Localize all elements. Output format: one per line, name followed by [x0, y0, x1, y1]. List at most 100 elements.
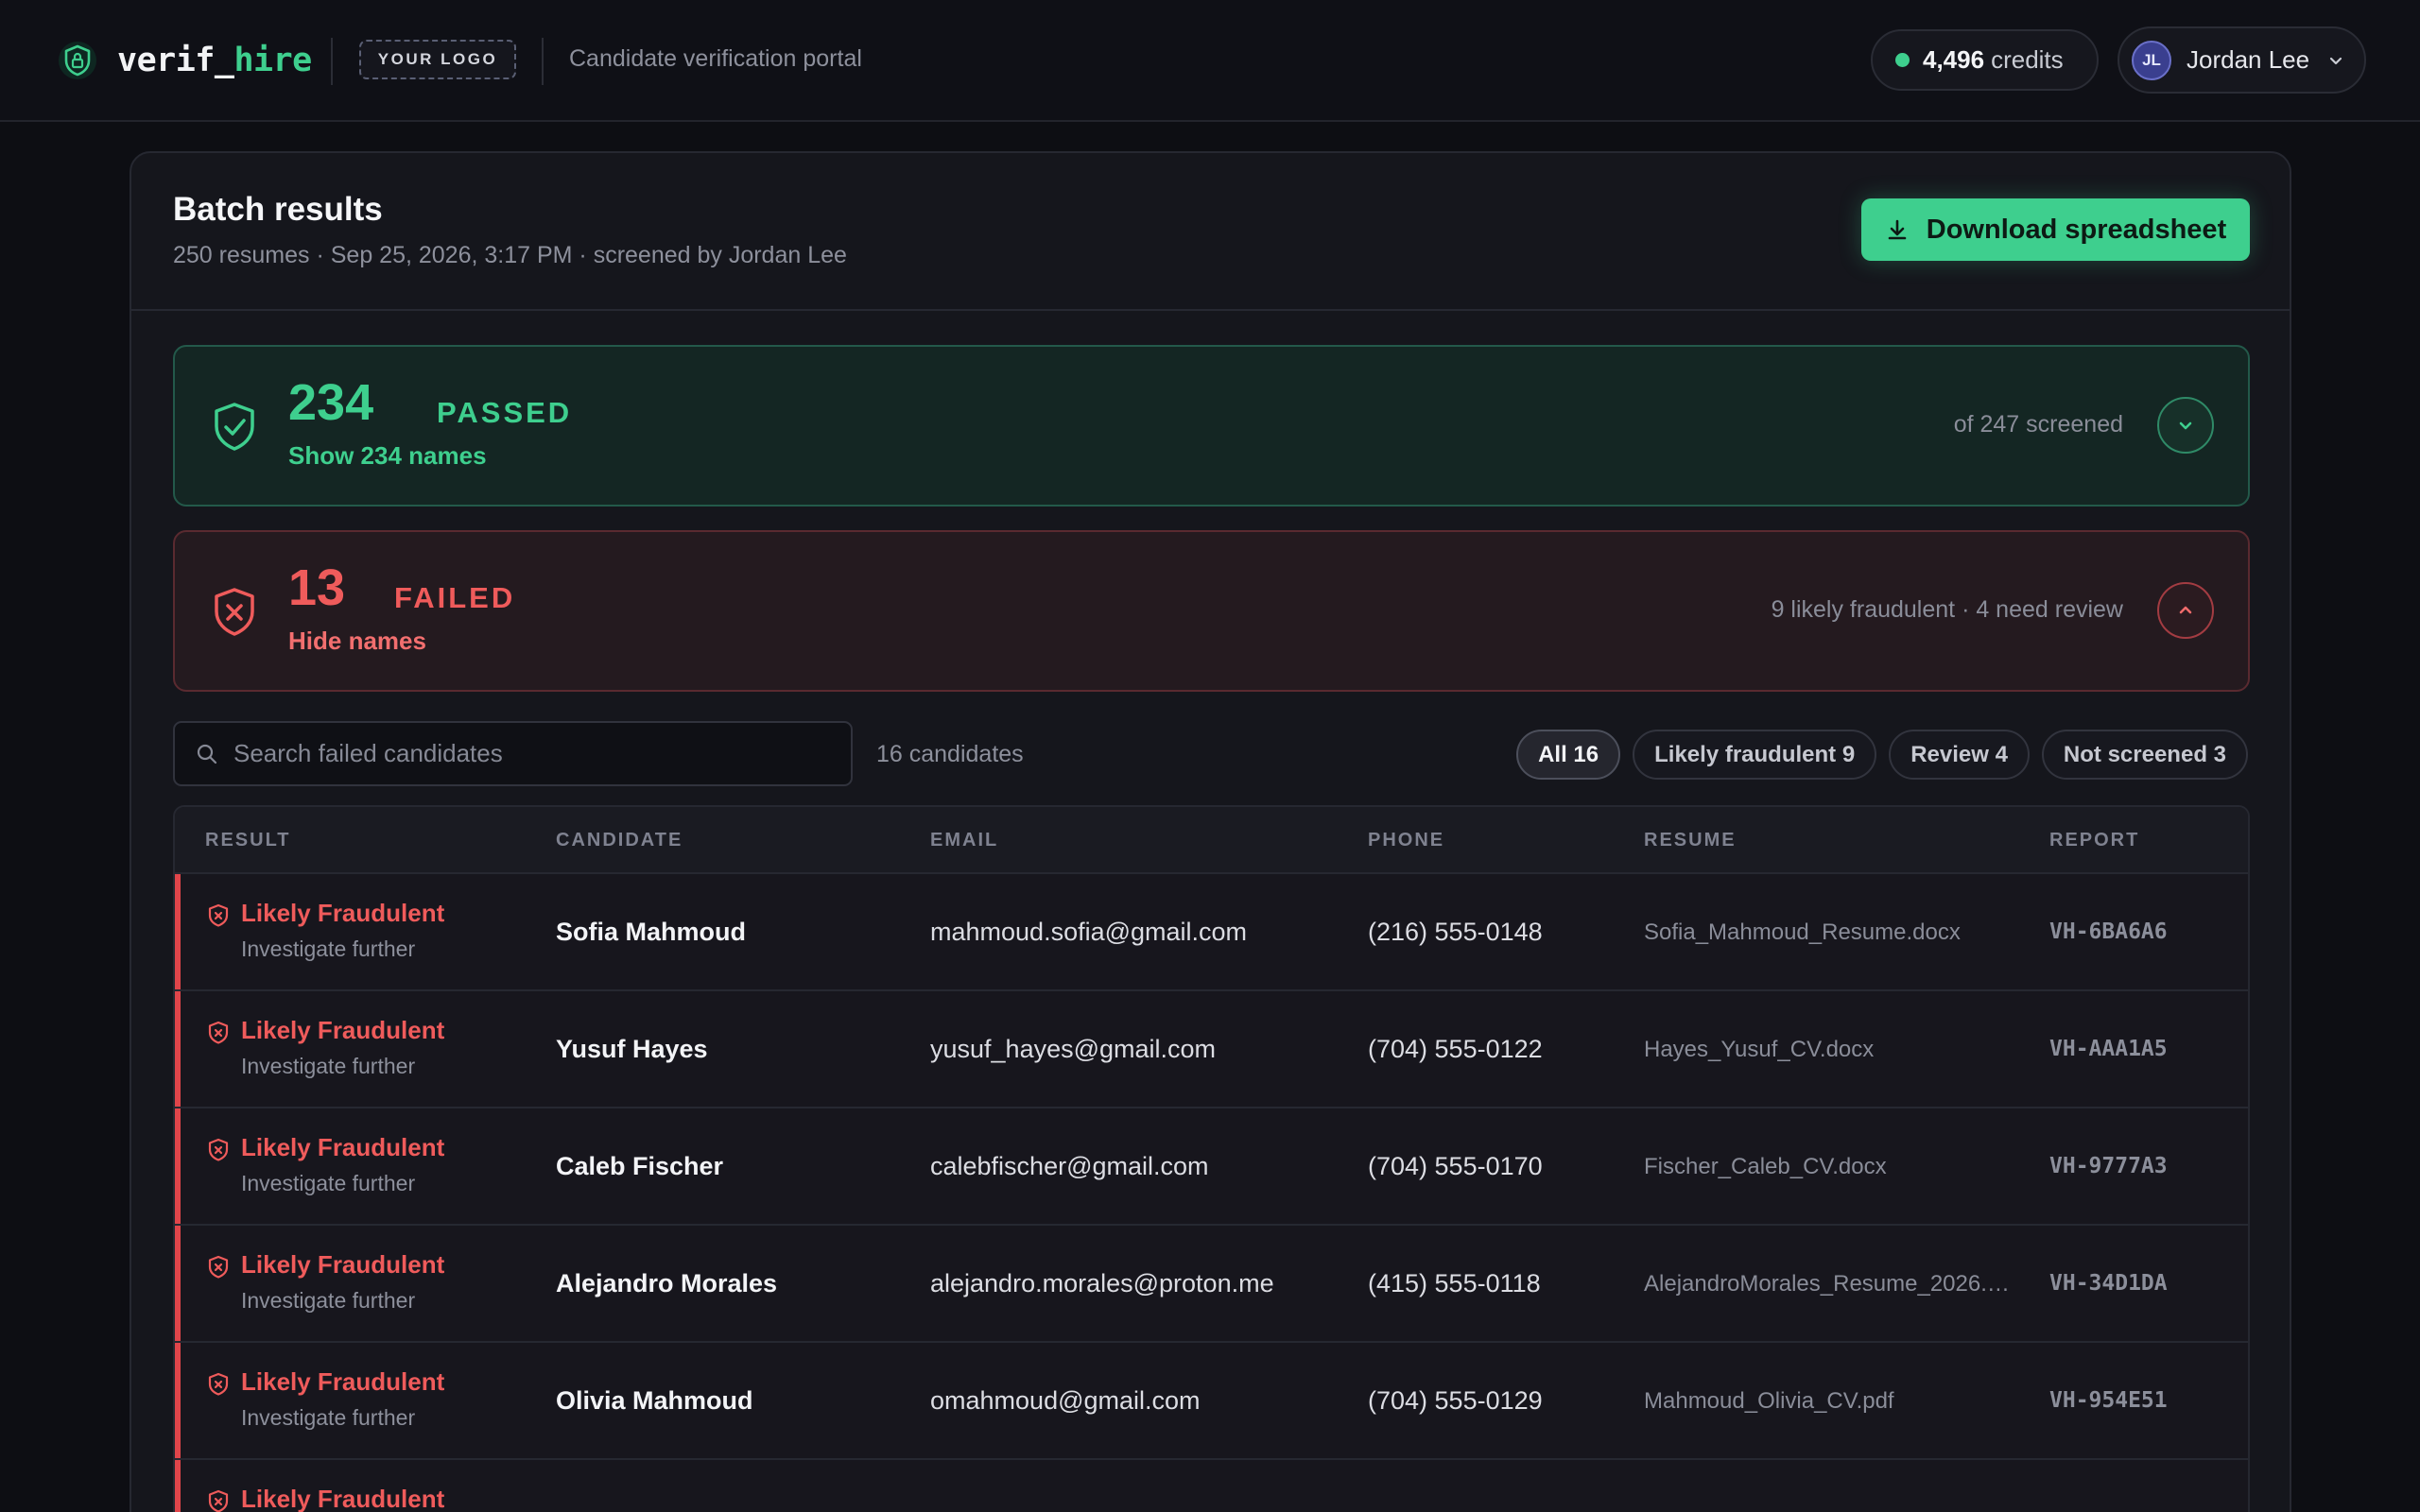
candidate-email: mahmoud.sofia@gmail.com	[930, 918, 1248, 946]
brand[interactable]: verif_hire	[57, 36, 312, 85]
portal-label: Candidate verification portal	[569, 45, 862, 72]
result-note: Investigate further	[241, 936, 416, 961]
show-passed-names-link[interactable]: Show 234 names	[288, 441, 487, 471]
result-note: Investigate further	[241, 1288, 416, 1313]
search-icon	[197, 744, 217, 764]
table-row[interactable]: Likely Fraudulent	[175, 1460, 2248, 1512]
filter-all[interactable]: All 16	[1516, 730, 1621, 780]
divider	[542, 38, 544, 85]
candidate-email: omahmoud@gmail.com	[930, 1386, 1201, 1415]
resume-file-link[interactable]: Sofia_Mahmoud_Resume.docx	[1644, 919, 1961, 946]
passed-count: 234	[288, 374, 374, 431]
logo-placeholder: YOUR LOGO	[359, 40, 516, 79]
row-status-bar	[175, 1226, 181, 1341]
table-row[interactable]: Likely Fraudulent Investigate further So…	[175, 874, 2248, 991]
report-id-link[interactable]: VH-AAA1A5	[2049, 1037, 2168, 1061]
resume-file-link[interactable]: Hayes_Yusuf_CV.docx	[1644, 1037, 1874, 1063]
status-dot-icon	[1895, 53, 1910, 67]
collapse-failed-button[interactable]	[2157, 582, 2214, 639]
row-status-bar	[175, 991, 181, 1107]
row-status-bar	[175, 1343, 181, 1458]
column-header-resume[interactable]: RESUME	[1644, 830, 1737, 851]
candidate-phone: (415) 555-0118	[1368, 1269, 1541, 1297]
chevron-down-icon	[2179, 421, 2192, 430]
download-spreadsheet-button[interactable]: Download spreadsheet	[1861, 198, 2250, 261]
credits-amount: 4,496	[1923, 45, 1985, 74]
avatar: JL	[2132, 40, 2171, 80]
shield-x-icon	[207, 1372, 230, 1401]
result-label: Likely Fraudulent	[241, 1485, 445, 1512]
report-id-link[interactable]: VH-9777A3	[2049, 1154, 2168, 1178]
candidate-email: calebfischer@gmail.com	[930, 1152, 1209, 1180]
filter-chips: All 16 Likely fraudulent 9 Review 4 Not …	[1516, 730, 2248, 780]
shield-lock-icon	[57, 40, 98, 81]
page-title: Batch results	[173, 191, 383, 228]
passed-summary[interactable]: 234 PASSED Show 234 names of 247 screene…	[173, 345, 2250, 507]
resume-file-link[interactable]: AlejandroMorales_Resume_2026.pdf	[1644, 1271, 2014, 1297]
result-label: Likely Fraudulent	[241, 1250, 445, 1279]
shield-x-icon	[207, 1255, 230, 1284]
table-header: RESULT CANDIDATE EMAIL PHONE RESUME REPO…	[175, 807, 2248, 874]
result-note: Investigate further	[241, 1171, 416, 1195]
filter-likely-fraudulent[interactable]: Likely fraudulent 9	[1633, 730, 1877, 780]
resume-file-link[interactable]: Fischer_Caleb_CV.docx	[1644, 1154, 1887, 1180]
filter-review[interactable]: Review 4	[1889, 730, 2030, 780]
batch-results-card: Batch results 250 resumes · Sep 25, 2026…	[130, 151, 2291, 1512]
candidate-phone: (216) 555-0148	[1368, 918, 1543, 946]
candidate-name: Yusuf Hayes	[556, 1035, 708, 1063]
candidate-phone: (704) 555-0129	[1368, 1386, 1543, 1415]
result-label: Likely Fraudulent	[241, 899, 445, 927]
candidate-email: yusuf_hayes@gmail.com	[930, 1035, 1217, 1063]
download-icon	[1888, 219, 1907, 240]
shield-check-icon	[211, 401, 258, 458]
shield-x-icon	[207, 1021, 230, 1050]
column-header-phone[interactable]: PHONE	[1368, 830, 1444, 851]
column-header-report[interactable]: REPORT	[2049, 830, 2139, 851]
result-label: Likely Fraudulent	[241, 1016, 445, 1044]
candidate-name: Sofia Mahmoud	[556, 918, 746, 946]
failed-count: 13	[288, 559, 346, 616]
candidate-name: Alejandro Morales	[556, 1269, 778, 1297]
chevron-up-icon	[2179, 606, 2192, 614]
row-status-bar	[175, 874, 181, 989]
search-field[interactable]	[173, 721, 853, 786]
credits-label: credits	[1991, 45, 2064, 74]
expand-passed-button[interactable]	[2157, 397, 2214, 454]
passed-meta: of 247 screened	[1953, 411, 2123, 438]
resume-file-link[interactable]: Mahmoud_Olivia_CV.pdf	[1644, 1388, 1894, 1415]
candidate-phone: (704) 555-0122	[1368, 1035, 1543, 1063]
shield-x-icon	[207, 903, 230, 933]
candidate-count: 16 candidates	[876, 741, 1024, 767]
chevron-down-icon	[2326, 51, 2345, 70]
table-row[interactable]: Likely Fraudulent Investigate further Yu…	[175, 991, 2248, 1108]
table-row[interactable]: Likely Fraudulent Investigate further Al…	[175, 1226, 2248, 1343]
failed-candidates-table: RESULT CANDIDATE EMAIL PHONE RESUME REPO…	[173, 805, 2250, 1512]
row-status-bar	[175, 1108, 181, 1224]
result-label: Likely Fraudulent	[241, 1367, 445, 1396]
column-header-candidate[interactable]: CANDIDATE	[556, 830, 683, 851]
filter-not-screened[interactable]: Not screened 3	[2041, 730, 2248, 780]
failed-summary[interactable]: 13 FAILED Hide names 9 likely fraudulent…	[173, 530, 2250, 692]
table-row[interactable]: Likely Fraudulent Investigate further Ca…	[175, 1108, 2248, 1226]
candidate-name: Olivia Mahmoud	[556, 1386, 753, 1415]
credits-badge[interactable]: 4,496 credits	[1871, 29, 2099, 91]
top-bar: verif_hire YOUR LOGO Candidate verificat…	[0, 0, 2420, 122]
hide-failed-names-link[interactable]: Hide names	[288, 627, 426, 656]
passed-status: PASSED	[437, 396, 573, 429]
card-header: Batch results 250 resumes · Sep 25, 2026…	[131, 153, 2290, 311]
failed-meta: 9 likely fraudulent · 4 need review	[1771, 596, 2123, 623]
report-id-link[interactable]: VH-954E51	[2049, 1388, 2168, 1413]
column-header-email[interactable]: EMAIL	[930, 830, 998, 851]
report-id-link[interactable]: VH-34D1DA	[2049, 1271, 2168, 1296]
shield-x-icon	[207, 1138, 230, 1167]
column-header-result[interactable]: RESULT	[205, 830, 291, 851]
result-note: Investigate further	[241, 1054, 416, 1078]
search-input[interactable]	[233, 739, 820, 768]
report-id-link[interactable]: VH-6BA6A6	[2049, 919, 2168, 944]
brand-name: verif_hire	[117, 42, 312, 79]
divider	[331, 38, 333, 85]
user-menu[interactable]: JL Jordan Lee	[2118, 26, 2366, 94]
table-row[interactable]: Likely Fraudulent Investigate further Ol…	[175, 1343, 2248, 1460]
batch-subtitle: 250 resumes · Sep 25, 2026, 3:17 PM · sc…	[173, 242, 847, 268]
row-status-bar	[175, 1460, 181, 1512]
